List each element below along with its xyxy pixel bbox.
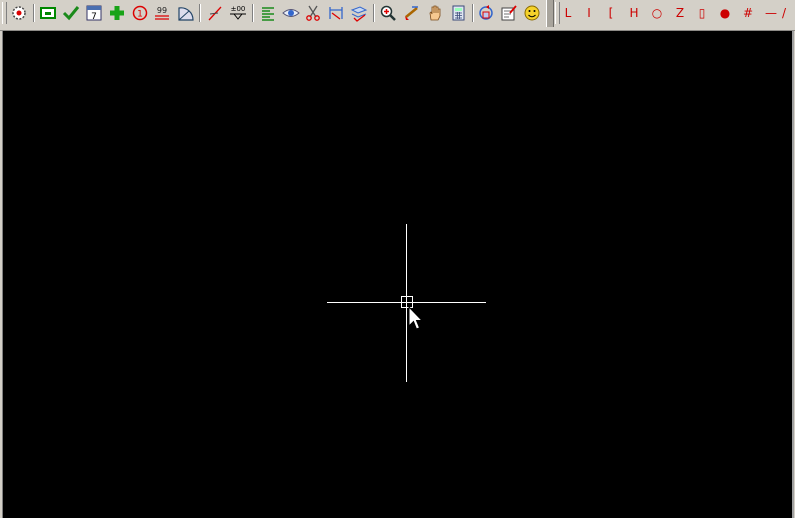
- circle-shape-tool[interactable]: ○: [647, 3, 667, 23]
- z-shape-tool[interactable]: Z: [670, 3, 690, 23]
- zoom-in-icon[interactable]: [378, 3, 398, 23]
- smiley-icon[interactable]: [522, 3, 542, 23]
- circled-one-icon[interactable]: 1: [130, 3, 150, 23]
- toolbar-separator: [373, 4, 375, 22]
- paint-brush-icon[interactable]: [402, 3, 422, 23]
- layers-check-icon[interactable]: [349, 3, 369, 23]
- rect-shape-tool[interactable]: ▯: [692, 3, 712, 23]
- toolbar-separator: [252, 4, 254, 22]
- filled-circle-tool[interactable]: ●: [715, 3, 735, 23]
- toolbar-separator: [33, 4, 35, 22]
- mouse-pointer-icon: [408, 306, 424, 330]
- align-left-icon[interactable]: [258, 3, 278, 23]
- drawing-canvas[interactable]: [2, 31, 794, 518]
- checkmark-icon[interactable]: [61, 3, 81, 23]
- i-shape-tool[interactable]: I: [579, 3, 599, 23]
- hatch-tool[interactable]: #: [738, 3, 758, 23]
- calculator-icon[interactable]: [448, 3, 468, 23]
- svg-text:99: 99: [157, 6, 167, 15]
- pen-line-icon[interactable]: [205, 3, 225, 23]
- svg-text:±00: ±00: [231, 5, 246, 13]
- toolbar-separator: [472, 4, 474, 22]
- rectangle-select-icon[interactable]: [38, 3, 58, 23]
- svg-text:1: 1: [137, 10, 143, 20]
- dimension-icon[interactable]: [326, 3, 346, 23]
- drawing-toolbar: 7 1 99 ±00 L I [H ○ Z ▯ ● # — /: [0, 0, 795, 28]
- c-shape-tool[interactable]: [: [601, 3, 621, 23]
- book-edit-icon[interactable]: [499, 3, 519, 23]
- elevation-icon[interactable]: ±00: [228, 3, 248, 23]
- hand-pan-icon[interactable]: [425, 3, 445, 23]
- eye-icon[interactable]: [281, 3, 301, 23]
- rotate-icon[interactable]: [476, 3, 496, 23]
- h-shape-tool[interactable]: H: [624, 3, 644, 23]
- settings-gear-icon[interactable]: [9, 3, 29, 23]
- scissors-icon[interactable]: [303, 3, 323, 23]
- crosshair-cursor: [327, 224, 486, 382]
- nn-label-icon[interactable]: 99: [152, 3, 172, 23]
- svg-text:7: 7: [91, 12, 97, 22]
- calendar-icon[interactable]: 7: [84, 3, 104, 23]
- toolbar-divider: [546, 0, 554, 27]
- l-shape-tool[interactable]: L: [558, 3, 578, 23]
- line-tool[interactable]: —: [761, 3, 781, 23]
- plus-icon[interactable]: [107, 3, 127, 23]
- toolbar-separator: [199, 4, 201, 22]
- protractor-icon[interactable]: [176, 3, 196, 23]
- slash-tool[interactable]: /: [782, 3, 794, 23]
- toolbar-grip[interactable]: [2, 2, 7, 24]
